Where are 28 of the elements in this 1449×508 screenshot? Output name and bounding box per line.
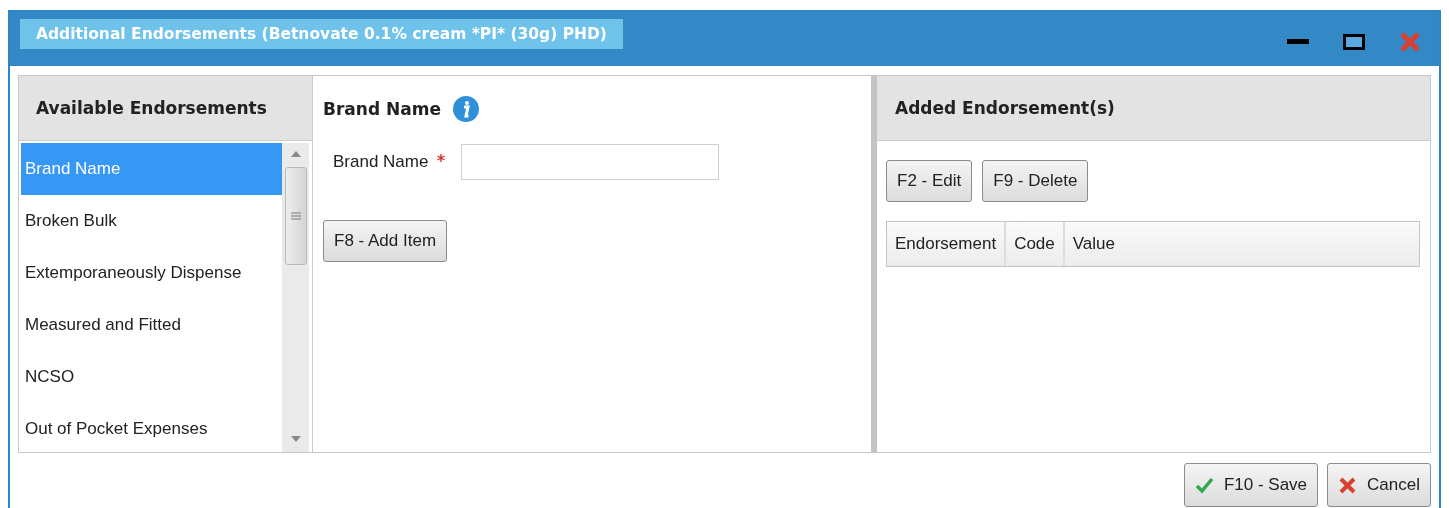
list-item[interactable]: Broken Bulk — [21, 195, 282, 247]
list-item[interactable]: NCSO — [21, 351, 282, 403]
column-header[interactable]: Code — [1006, 222, 1065, 266]
form-title: Brand Name — [323, 99, 441, 119]
input-field[interactable] — [461, 144, 720, 180]
panel-header: Available Endorsements — [19, 76, 312, 141]
maximize-icon[interactable] — [1343, 34, 1365, 50]
column-header[interactable]: Value — [1064, 222, 1419, 266]
panel-header: Added Endorsement(s) — [877, 76, 1430, 141]
scroll-up-icon[interactable] — [290, 151, 301, 157]
scrollbar[interactable] — [282, 143, 309, 452]
info-icon[interactable] — [452, 96, 479, 122]
save-button[interactable]: F10 - Save — [1183, 463, 1319, 507]
list-item[interactable]: Measured and Fitted — [21, 299, 282, 351]
toolbar-button[interactable]: F9 - Delete — [982, 160, 1089, 202]
check-icon — [1194, 475, 1214, 495]
column-header[interactable]: Endorsement — [887, 222, 1007, 266]
list-item[interactable]: Extemporaneously Dispense — [21, 247, 282, 299]
cross-icon — [1338, 475, 1358, 495]
field-label: Brand Name — [333, 152, 429, 172]
cancel-button[interactable]: Cancel — [1327, 463, 1431, 507]
add-item-button[interactable]: F8 - Add Item — [323, 220, 448, 262]
list-item[interactable]: Out of Pocket Expenses — [21, 403, 282, 455]
toolbar-button[interactable]: F2 - Edit — [886, 160, 973, 202]
scroll-down-icon[interactable] — [290, 436, 301, 442]
scroll-thumb[interactable] — [284, 167, 307, 265]
window-title: Additional Endorsements (Betnovate 0.1% cream *PI* (30g) PHD) — [20, 19, 623, 49]
minimize-icon[interactable] — [1287, 38, 1309, 46]
